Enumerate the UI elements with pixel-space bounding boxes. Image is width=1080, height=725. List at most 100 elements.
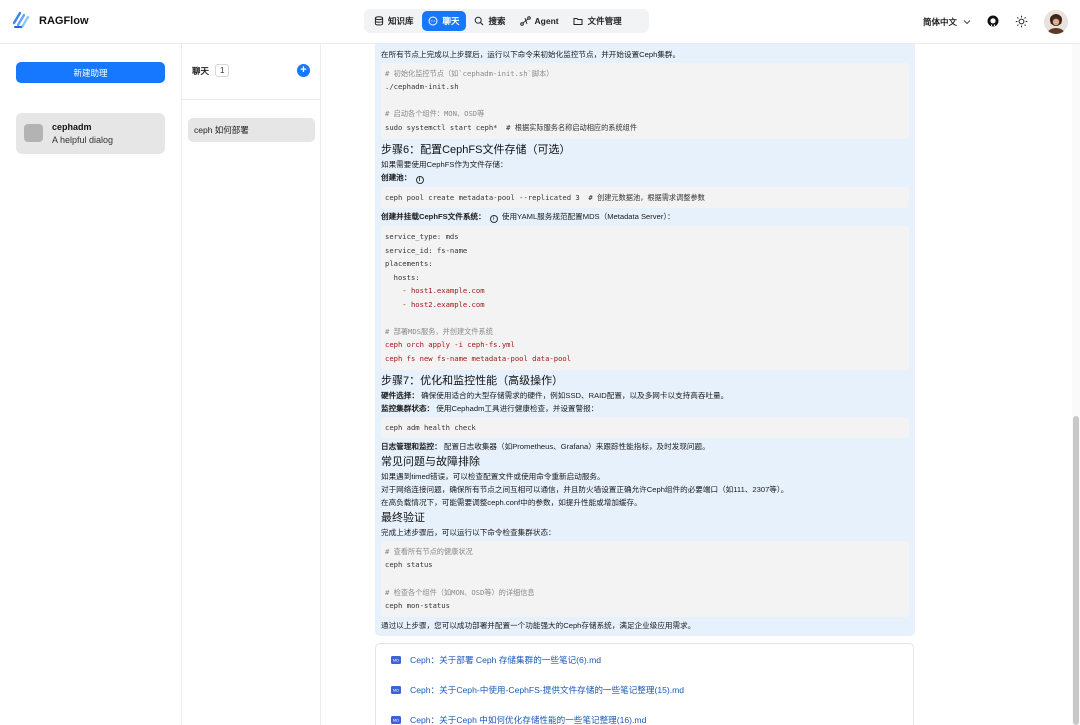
code-line: - host1.example.com <box>385 286 485 296</box>
section-heading: 步骤6：配置CephFS文件存储（可选） <box>381 143 571 156</box>
code-comment: # 检查各个组件（如MON、OSD等）的详细信息 <box>385 587 535 597</box>
nav-label: 知识库 <box>388 16 414 26</box>
brand[interactable]: RAGFlow <box>12 10 89 32</box>
code-line: ceph adm health check <box>385 422 476 432</box>
chat-bubble-icon <box>428 16 439 27</box>
message-text: 如果遇到timed错误，可以检查配置文件或使用命令重新启动服务。 <box>381 472 605 482</box>
chat-count-badge: 1 <box>215 64 230 77</box>
nav-label: Agent <box>534 16 559 26</box>
chat-list-title: 聊天 <box>192 65 210 76</box>
code-line: ./cephadm-init.sh <box>385 82 459 92</box>
reference-doc-title: Ceph：关于Ceph-中使用-CephFS-提供文件存储的一些笔记整理(15)… <box>410 685 685 695</box>
code-line: sudo systemctl start ceph* # 根据实际服务名称启动相… <box>385 122 638 132</box>
reference-doc-link[interactable]: MD Ceph：关于部署 Ceph 存储集群的一些笔记(6).md <box>390 653 601 667</box>
add-chat-icon[interactable]: + <box>297 64 310 77</box>
code-comment: # 部署MDS服务，并创建文件系统 <box>385 326 493 336</box>
hw-label: 硬件选择： <box>381 390 419 400</box>
code-line: placements: <box>385 259 433 269</box>
section-heading: 步骤7：优化和监控性能（高级操作） <box>381 374 564 387</box>
app-name: RAGFlow <box>39 15 89 27</box>
message-text: 硬件选择： 确保使用适合的大型存储需求的硬件，例如SSD、RAID配置，以及多网… <box>381 391 909 401</box>
message-text: 如果需要使用CephFS作为文件存储： <box>381 159 508 169</box>
user-avatar[interactable] <box>1044 10 1068 34</box>
folder-icon <box>573 16 584 27</box>
nav-label: 聊天 <box>442 16 460 26</box>
assistant-panel: 新建助理 cephadm A helpful dialog <box>0 44 182 725</box>
code-comment: # 查看所有节点的健康状况 <box>385 546 473 556</box>
chevron-down-icon <box>963 17 971 27</box>
chat-list-panel: 聊天 1 + ceph 如何部署 <box>182 44 321 725</box>
create-pool-label: 创建池： <box>381 172 412 182</box>
conversation-item[interactable]: ceph 如何部署 <box>188 118 315 142</box>
nav-knowledge-base[interactable]: 知识库 <box>367 11 420 31</box>
language-label: 简体中文 <box>922 17 957 27</box>
scrollbar-thumb[interactable] <box>1073 416 1079 725</box>
code-line: ceph status <box>385 560 433 570</box>
reference-doc-title: Ceph：关于部署 Ceph 存储集群的一些笔记(6).md <box>410 655 602 665</box>
ragflow-logo-icon <box>12 10 32 32</box>
info-icon[interactable]: i <box>415 175 424 184</box>
nav-label: 文件管理 <box>587 16 622 26</box>
markdown-file-icon: MD <box>390 654 402 666</box>
section-heading: 最终验证 <box>381 511 425 524</box>
code-block: # 查看所有节点的健康状况 ceph status # 检查各个组件（如MON、… <box>381 540 909 617</box>
message-text: 通过以上步骤，您可以成功部署并配置一个功能强大的Ceph存储系统，满足企业级应用… <box>381 620 696 630</box>
language-selector[interactable]: 简体中文 <box>923 16 971 28</box>
nav-chat[interactable]: 聊天 <box>421 11 466 31</box>
github-icon[interactable] <box>987 15 999 29</box>
code-line: - host2.example.com <box>385 299 485 309</box>
code-comment: # 初始化监控节点（如`cephadm-init.sh`脚本） <box>385 68 554 78</box>
message-text: 监控集群状态： 使用Cephadm工具进行健康检查，并设置警报： <box>381 404 909 414</box>
reference-doc-title: Ceph：关于Ceph 中如何优化存储性能的一些笔记整理(16).md <box>410 715 647 725</box>
log-label: 日志管理和监控： <box>381 442 442 452</box>
nav-label: 搜索 <box>488 16 506 26</box>
chat-main: 在所有节点上完成以上步骤后，运行以下命令来初始化监控节点，并开始设置Ceph集群… <box>322 44 1072 725</box>
chat-list-header: 聊天 1 <box>192 64 230 77</box>
message-text: 在高负载情况下，可能需要调整ceph.conf中的参数，如提升性能或增加缓存。 <box>381 497 642 507</box>
code-line: service_type: mds <box>385 232 459 242</box>
code-comment: # 启动各个组件：MON、OSD等 <box>385 109 485 119</box>
monitor-text: 使用Cephadm工具进行健康检查，并设置警报： <box>436 403 599 413</box>
log-text: 配置日志收集器（如Prometheus、Grafana）来跟踪性能指标，及时发现… <box>443 442 710 452</box>
svg-text:MD: MD <box>393 658 399 663</box>
code-line: service_id: fs-name <box>385 245 468 255</box>
nav-agent[interactable]: Agent <box>514 11 565 31</box>
code-block: # 初始化监控节点（如`cephadm-init.sh`脚本） ./cephad… <box>381 62 909 139</box>
message-text: 日志管理和监控： 配置日志收集器（如Prometheus、Grafana）来跟踪… <box>381 442 909 452</box>
nav-search[interactable]: 搜索 <box>468 11 512 31</box>
message-text: 在所有节点上完成以上步骤后，运行以下命令来初始化监控节点，并开始设置Ceph集群… <box>381 50 681 59</box>
code-line: hosts: <box>385 272 420 282</box>
assistant-description: A helpful dialog <box>52 135 114 145</box>
markdown-file-icon: MD <box>390 684 402 696</box>
assistant-card[interactable]: cephadm A helpful dialog <box>16 113 165 154</box>
code-line: ceph orch apply -i ceph-fs.yml <box>385 340 515 350</box>
message-text: 完成上述步骤后，可以运行以下命令检查集群状态： <box>381 528 556 538</box>
info-icon[interactable]: i <box>489 215 498 224</box>
nav-file-management[interactable]: 文件管理 <box>567 11 628 31</box>
code-line: ceph pool create metadata-pool --replica… <box>385 192 705 202</box>
reference-doc-link[interactable]: MD Ceph：关于Ceph-中使用-CephFS-提供文件存储的一些笔记整理(… <box>390 683 684 697</box>
top-bar: RAGFlow 知识库 聊天 搜索 Agent 文件管理 简体中文 <box>0 0 1080 44</box>
sun-icon[interactable] <box>1015 15 1028 30</box>
code-line: ceph mon-status <box>385 601 450 611</box>
markdown-file-icon: MD <box>390 714 402 725</box>
assistant-message: 在所有节点上完成以上步骤后，运行以下命令来初始化监控节点，并开始设置Ceph集群… <box>375 44 915 636</box>
code-block: ceph adm health check <box>381 416 909 439</box>
reference-doc-link[interactable]: MD Ceph：关于Ceph 中如何优化存储性能的一些笔记整理(16).md <box>390 713 646 725</box>
message-text: 创建池： i <box>381 173 909 184</box>
database-icon <box>373 16 384 27</box>
main-nav: 知识库 聊天 搜索 Agent 文件管理 <box>364 9 649 33</box>
svg-text:MD: MD <box>393 688 399 693</box>
mount-label: 创建并挂载CephFS文件系统： <box>381 212 486 222</box>
assistant-name: cephadm <box>52 122 92 132</box>
message-text: 对于网络连接问题，确保所有节点之间互相可以通信，并且防火墙设置正确允许Ceph组… <box>381 485 789 495</box>
message-text: 创建并挂载CephFS文件系统： i 使用YAML服务规范配置MDS（Metad… <box>381 212 909 224</box>
divider <box>182 99 320 100</box>
svg-text:MD: MD <box>393 718 399 723</box>
assistant-avatar <box>24 124 43 142</box>
new-assistant-button[interactable]: 新建助理 <box>16 62 165 83</box>
code-line: ceph fs new fs-name metadata-pool data-p… <box>385 353 572 363</box>
header-actions: 简体中文 <box>923 9 1068 35</box>
section-heading: 常见问题与故障排除 <box>381 455 480 468</box>
mount-desc: 使用YAML服务规范配置MDS（Metadata Server）： <box>501 212 675 222</box>
